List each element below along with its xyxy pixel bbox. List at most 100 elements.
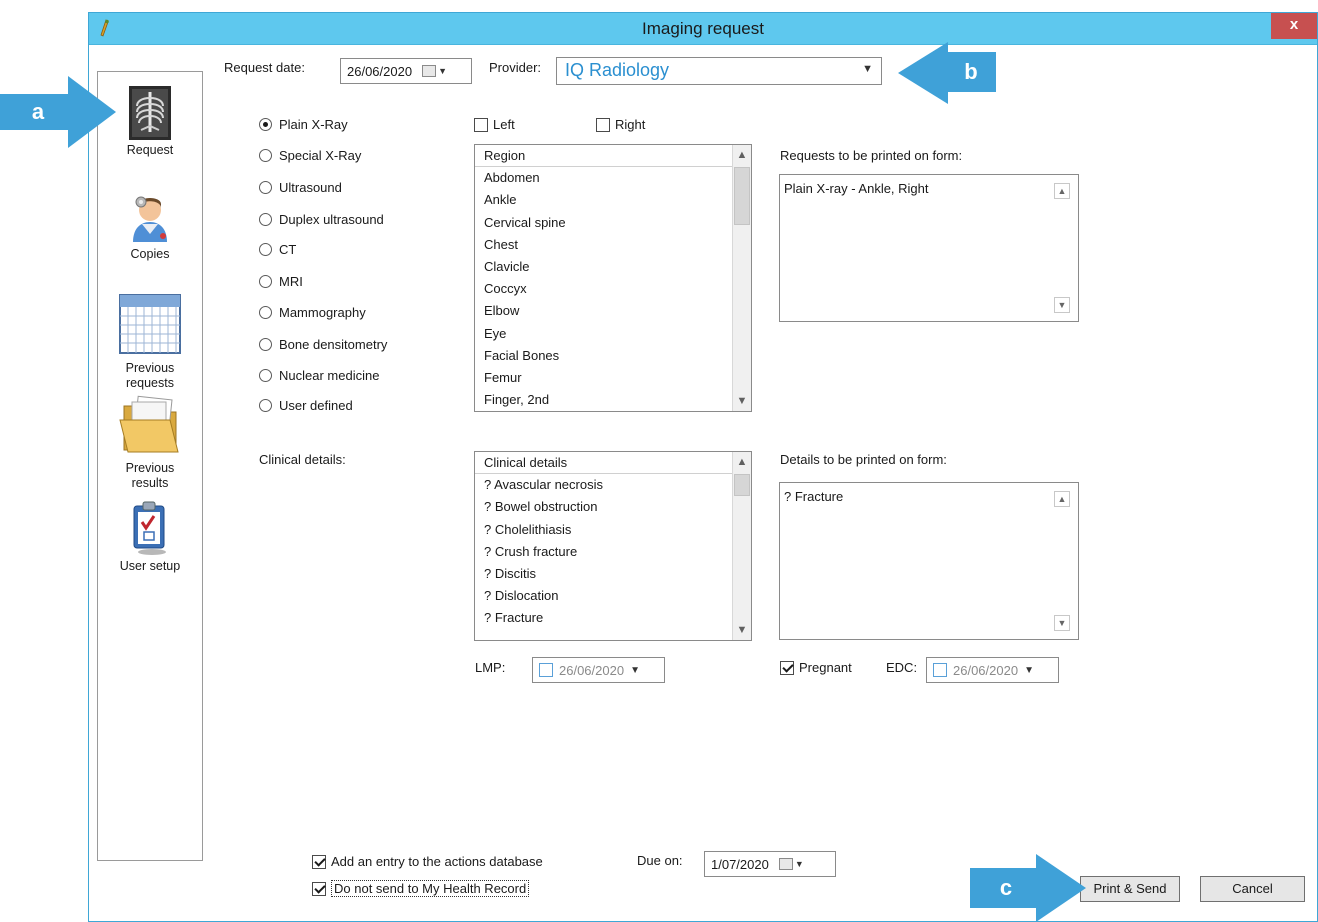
due-on-value: 1/07/2020 [711,856,769,872]
request-date-picker[interactable]: 26/06/2020 ▼ [340,58,472,84]
requests-printed-textbox[interactable]: Plain X-ray - Ankle, Right ▲ ▼ [779,174,1079,322]
nav-item-previous-results[interactable]: Previous results [98,394,202,491]
list-item[interactable]: Femur [475,367,751,389]
list-item[interactable]: Cervical spine [475,212,751,234]
left-checkbox[interactable]: Left [474,117,515,132]
radio-indicator [259,369,272,382]
list-item[interactable]: Chest [475,234,751,256]
callout-a-label: a [0,94,76,130]
list-item[interactable]: Elbow [475,300,751,322]
add-action-checkbox[interactable]: Add an entry to the actions database [312,854,543,869]
chevron-down-icon: ▼ [1024,664,1034,676]
provider-label: Provider: [489,60,542,75]
nav-label-copies: Copies [130,247,170,261]
radio-indicator [259,213,272,226]
radio-label: MRI [279,274,303,289]
scroll-down-icon[interactable]: ▼ [1054,297,1070,313]
provider-value: IQ Radiology [565,60,670,80]
clipboard-icon [133,501,166,555]
title-bar[interactable]: Imaging request x [89,13,1317,45]
pregnant-checkbox[interactable]: Pregnant [780,660,852,675]
radio-indicator [259,181,272,194]
doctor-icon [133,196,167,242]
no-mhr-checkbox[interactable]: Do not send to My Health Record [312,880,530,897]
cancel-button[interactable]: Cancel [1200,876,1305,902]
region-scrollbar[interactable]: ▲ ▼ [732,145,751,411]
list-item[interactable]: ? Discitis [475,563,751,585]
no-mhr-label: Do not send to My Health Record [331,880,530,897]
folder-icon [119,395,179,453]
radio-ultrasound[interactable]: Ultrasound [259,180,342,195]
list-item[interactable]: Facial Bones [475,345,751,367]
due-on-label: Due on: [637,853,683,868]
close-button[interactable]: x [1271,13,1317,39]
clinical-details-listbox[interactable]: Clinical details ? Avascular necrosis ? … [474,451,752,641]
list-item[interactable]: ? Fracture [475,607,751,629]
nav-item-user-setup[interactable]: User setup [98,500,202,574]
nav-label-previous-results: Previous results [125,461,175,490]
lmp-label: LMP: [475,660,506,675]
lmp-date-picker[interactable]: 26/06/2020 ▼ [532,657,665,683]
radio-label: CT [279,242,297,257]
list-item[interactable]: ? Dislocation [475,585,751,607]
scroll-down-icon[interactable]: ▼ [733,391,751,411]
callout-c-arrow-icon [1036,854,1086,922]
list-item[interactable]: ? Bowel obstruction [475,496,751,518]
checkbox-indicator [780,660,794,675]
list-item[interactable]: Clavicle [475,256,751,278]
radio-label: Ultrasound [279,180,342,195]
chevron-down-icon: ▼ [862,63,873,75]
list-item[interactable]: ? Crush fracture [475,541,751,563]
list-item[interactable]: Finger, 2nd [475,389,751,411]
provider-dropdown[interactable]: IQ Radiology ▼ [556,57,882,85]
list-item[interactable]: Eye [475,323,751,345]
radio-mri[interactable]: MRI [259,274,303,289]
list-item[interactable]: Abdomen [475,167,751,189]
list-item[interactable]: ? Avascular necrosis [475,474,751,496]
scroll-up-icon[interactable]: ▲ [1054,183,1070,199]
scroll-thumb[interactable] [734,167,750,225]
nav-item-previous-requests[interactable]: Previous requests [98,294,202,391]
radio-bone-densitometry[interactable]: Bone densitometry [259,337,387,352]
nav-label-previous-requests: Previous requests [125,361,175,390]
right-checkbox[interactable]: Right [596,117,645,132]
print-send-button[interactable]: Print & Send [1080,876,1180,902]
details-printed-textbox[interactable]: ? Fracture ▲ ▼ [779,482,1079,640]
calendar-icon [778,858,793,870]
list-item[interactable]: Ankle [475,189,751,211]
clinical-list-header: Clinical details [475,452,751,475]
radio-indicator [259,338,272,351]
radio-duplex-ultrasound[interactable]: Duplex ultrasound [259,212,384,227]
callout-c-label: c [970,868,1042,908]
scroll-down-icon[interactable]: ▼ [733,620,751,640]
edc-date-picker[interactable]: 26/06/2020 ▼ [926,657,1059,683]
due-on-date-picker[interactable]: 1/07/2020 ▼ [704,851,836,877]
edc-enable-checkbox[interactable] [933,663,947,677]
scroll-up-icon[interactable]: ▲ [733,452,751,472]
radio-special-xray[interactable]: Special X-Ray [259,148,361,163]
right-label: Right [615,117,646,132]
clinical-details-label: Clinical details: [259,452,346,467]
cancel-label: Cancel [1232,881,1273,896]
list-item[interactable]: ? Cholelithiasis [475,519,751,541]
clinical-scrollbar[interactable]: ▲ ▼ [732,452,751,640]
radio-mammography[interactable]: Mammography [259,305,366,320]
scroll-down-icon[interactable]: ▼ [1054,615,1070,631]
radio-plain-xray[interactable]: Plain X-Ray [259,117,348,132]
scroll-up-icon[interactable]: ▲ [733,145,751,165]
radio-label: User defined [279,398,353,413]
radio-user-defined[interactable]: User defined [259,398,353,413]
radio-nuclear-medicine[interactable]: Nuclear medicine [259,368,379,383]
radio-indicator [259,399,272,412]
requests-printed-label: Requests to be printed on form: [780,148,963,163]
radio-label: Nuclear medicine [279,368,380,383]
list-item[interactable]: Coccyx [475,278,751,300]
radio-ct[interactable]: CT [259,242,296,257]
region-listbox[interactable]: Region Abdomen Ankle Cervical spine Ches… [474,144,752,412]
lmp-enable-checkbox[interactable] [539,663,553,677]
scroll-thumb[interactable] [734,474,750,496]
nav-item-copies[interactable]: Copies [98,190,202,262]
radio-indicator [259,243,272,256]
side-navigation: Request Copies Previous requests Previou… [97,71,203,861]
scroll-up-icon[interactable]: ▲ [1054,491,1070,507]
